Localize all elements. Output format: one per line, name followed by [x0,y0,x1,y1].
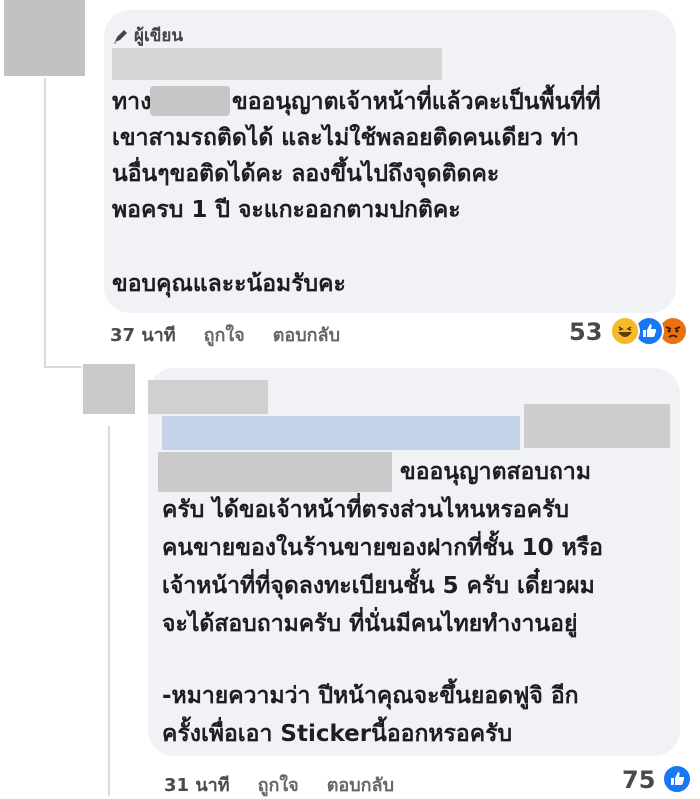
thread-line-branch [44,366,82,368]
reaction-count[interactable]: 53 [569,318,602,346]
thread-line-reply [108,426,110,796]
redacted-text [158,452,392,492]
redacted-text [150,86,230,116]
avatar[interactable] [83,364,135,414]
comment-age[interactable]: 31 นาที [164,770,230,799]
pen-icon [114,29,127,44]
author-badge-label: ผู้เขียน [134,26,183,46]
like-icon[interactable] [662,764,692,794]
comment-text-line: ทาง [112,89,152,115]
haha-icon[interactable] [610,316,640,346]
comment-text-line: ขออนุญาตเจ้าหน้าที่แล้วคะเป็นพื้นที่ที่ [232,89,601,115]
comment-meta: 31 นาที ถูกใจ ตอบกลับ [164,770,394,799]
comment-text-line: -หมายความว่า ปีหน้าคุณจะขึ้นยอดฟูจิ อีก [162,683,579,709]
thread-line-vertical [44,78,46,368]
author-badge: ผู้เขียน [112,22,183,49]
comment-text-line: นอื่นๆขอติดได้คะ ลองขึ้นไปถึงจุดติดคะ [112,161,500,187]
comment-meta: 37 นาที ถูกใจ ตอบกลับ [110,320,340,349]
comment-text-line: ครั้งเพื่อเอา Stickerนี้ออกหรอครับ [162,721,513,747]
comment-text-line: พอครบ 1 ปี จะแกะออกตามปกติคะ [112,197,461,223]
comment-text-line: เจ้าหน้าที่ที่จุดลงทะเบียนชั้น 5 ครับ เด… [162,573,595,599]
comment-text-line: จะได้สอบถามครับ ที่นั่นมีคนไทยทำงานอยู่ [162,611,578,637]
like-link[interactable]: ถูกใจ [258,770,299,799]
author-name-redacted[interactable] [148,380,268,414]
reply-link[interactable]: ตอบกลับ [273,320,340,349]
comment-text-line: ครับ ได้ขอเจ้าหน้าที่ตรงส่วนไหนหรอครับ [162,497,569,523]
comment-text-line: ขออนุญาตสอบถาม [400,459,591,485]
mention-redacted[interactable] [162,416,520,450]
comment-text-line: เขาสามรถติดได้ และไม่ใช้พลอยติดคนเดียว ท… [112,125,579,151]
comment-age[interactable]: 37 นาที [110,320,176,349]
reaction-count[interactable]: 75 [622,766,655,794]
like-link[interactable]: ถูกใจ [204,320,245,349]
comment-text-line: ขอบคุณและะน้อมรับคะ [112,271,346,297]
author-name-redacted[interactable] [112,48,442,80]
comment-text-line: คนขายของในร้านขายของฝากที่ชั้น 10 หรือ [162,535,603,561]
reply-link[interactable]: ตอบกลับ [327,770,394,799]
avatar[interactable] [4,0,85,76]
redacted-text [524,404,670,448]
